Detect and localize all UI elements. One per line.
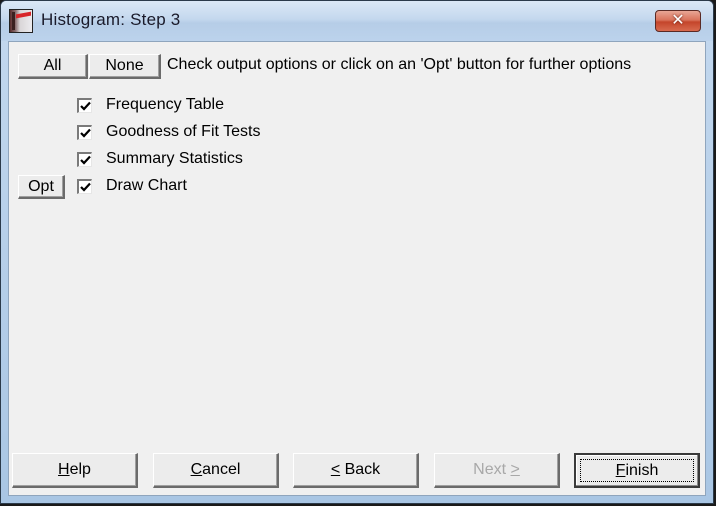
back-button-label: < Back bbox=[330, 461, 381, 478]
option-label: Goodness of Fit Tests bbox=[106, 123, 261, 140]
none-button-label: None bbox=[105, 57, 144, 74]
option-label: Draw Chart bbox=[106, 177, 187, 194]
help-button-label: Help bbox=[58, 461, 91, 478]
title-bar[interactable]: Histogram: Step 3 ✕ bbox=[1, 1, 713, 41]
checkmark-icon bbox=[80, 182, 91, 192]
cancel-button-label: Cancel bbox=[190, 461, 241, 478]
checkmark-icon bbox=[80, 128, 91, 138]
instruction-text: Check output options or click on an 'Opt… bbox=[167, 56, 632, 73]
checkmark-icon bbox=[80, 155, 91, 165]
all-button-label: All bbox=[43, 57, 62, 74]
dialog-window: Histogram: Step 3 ✕ All None Check outpu… bbox=[0, 0, 714, 504]
option-frequency-table[interactable]: Frequency Table bbox=[77, 95, 224, 115]
finish-button[interactable]: Finish bbox=[574, 453, 700, 488]
option-label: Summary Statistics bbox=[106, 150, 243, 167]
checkbox-frequency-table[interactable] bbox=[77, 97, 92, 113]
option-summary-statistics[interactable]: Summary Statistics bbox=[77, 149, 243, 169]
next-button[interactable]: Next > bbox=[434, 453, 560, 488]
help-button[interactable]: Help bbox=[12, 453, 138, 488]
none-button[interactable]: None bbox=[89, 54, 161, 79]
close-icon: ✕ bbox=[671, 12, 685, 29]
window-title: Histogram: Step 3 bbox=[41, 10, 181, 29]
checkbox-draw-chart[interactable] bbox=[77, 178, 92, 194]
option-goodness-of-fit-tests[interactable]: Goodness of Fit Tests bbox=[77, 122, 260, 142]
checkbox-goodness-of-fit-tests[interactable] bbox=[77, 124, 92, 140]
draw-chart-opt-button[interactable]: Opt bbox=[18, 175, 65, 199]
focus-rectangle bbox=[580, 459, 694, 482]
option-draw-chart[interactable]: Draw Chart bbox=[77, 176, 187, 196]
close-button[interactable]: ✕ bbox=[655, 10, 701, 32]
checkmark-icon bbox=[80, 101, 91, 111]
checkbox-summary-statistics[interactable] bbox=[77, 151, 92, 167]
next-button-label: Next > bbox=[473, 461, 520, 478]
back-button[interactable]: < Back bbox=[293, 453, 419, 488]
option-label: Frequency Table bbox=[106, 96, 224, 113]
opt-button-label: Opt bbox=[28, 177, 54, 195]
dialog-client-area: All None Check output options or click o… bbox=[8, 41, 706, 496]
app-icon bbox=[9, 9, 33, 33]
all-button[interactable]: All bbox=[18, 54, 88, 79]
cancel-button[interactable]: Cancel bbox=[153, 453, 279, 488]
